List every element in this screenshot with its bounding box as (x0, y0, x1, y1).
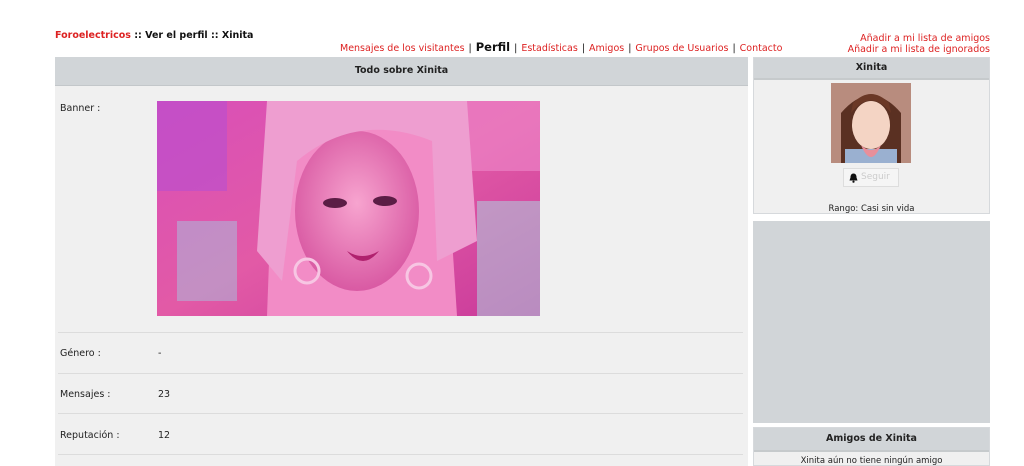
tab-separator: | (468, 43, 472, 54)
tab-user-groups[interactable]: Grupos de Usuarios (635, 43, 728, 54)
banner-label: Banner : (60, 103, 101, 114)
tab-profile[interactable]: Perfil (476, 40, 510, 54)
tab-statistics[interactable]: Estadísticas (521, 43, 577, 54)
breadcrumb-page: Ver el perfil (145, 30, 208, 41)
row-divider (58, 454, 743, 455)
tab-separator: | (732, 43, 736, 54)
row-divider (58, 332, 743, 333)
user-actions: Añadir a mi lista de amigos Añadir a mi … (848, 33, 990, 55)
avatar[interactable] (831, 83, 911, 163)
follow-label: Seguir (861, 172, 890, 182)
gender-label: Género : (60, 348, 101, 359)
breadcrumb-separator: :: (130, 30, 146, 41)
follow-button[interactable]: Seguir (843, 168, 899, 187)
about-panel-title: Todo sobre Xinita (55, 57, 748, 86)
breadcrumb-separator: :: (207, 30, 222, 41)
posts-value: 23 (158, 389, 171, 400)
gender-value: - (158, 348, 162, 359)
tab-separator: | (581, 43, 586, 54)
posts-label: Mensajes : (60, 389, 111, 400)
breadcrumb-user: Xinita (221, 30, 254, 41)
add-friend-link[interactable]: Añadir a mi lista de amigos (860, 33, 990, 44)
about-panel: Todo sobre Xinita Banner : Género: - Me… (55, 57, 748, 466)
breadcrumb-site-link[interactable]: Foroelectricos (55, 30, 131, 41)
friends-card-title: Amigos de Xinita (754, 428, 989, 452)
sidebar-empty-block (753, 221, 990, 423)
breadcrumb: Foroelectricos :: Ver el perfil :: Xinit… (55, 30, 253, 41)
tab-separator: | (514, 43, 518, 54)
tab-visitor-messages[interactable]: Mensajes de los visitantes (340, 43, 465, 54)
tab-contact[interactable]: Contacto (740, 43, 783, 54)
row-divider (58, 413, 743, 414)
profile-card: Xinita Seguir Rango: Casi sin vida (753, 57, 990, 214)
user-rank: Rango: Casi sin vida (828, 204, 915, 214)
profile-tabs: Mensajes de los visitantes | Perfil | Estadí… (340, 40, 782, 54)
tab-separator: | (628, 43, 632, 54)
row-divider (58, 373, 743, 374)
reputation-label: Reputación : (60, 430, 120, 441)
add-ignored-link[interactable]: Añadir a mi lista de ignorados (848, 44, 990, 55)
friends-empty-note: Xinita aún no tiene ningún amigo (800, 456, 943, 466)
profile-card-title: Xinita (754, 58, 989, 80)
reputation-value: 12 (158, 430, 171, 441)
tab-friends[interactable]: Amigos (589, 43, 624, 54)
profile-banner-image (157, 101, 540, 316)
friends-card: Amigos de Xinita Xinita aún no tiene nin… (753, 427, 990, 466)
bell-icon (849, 173, 858, 183)
